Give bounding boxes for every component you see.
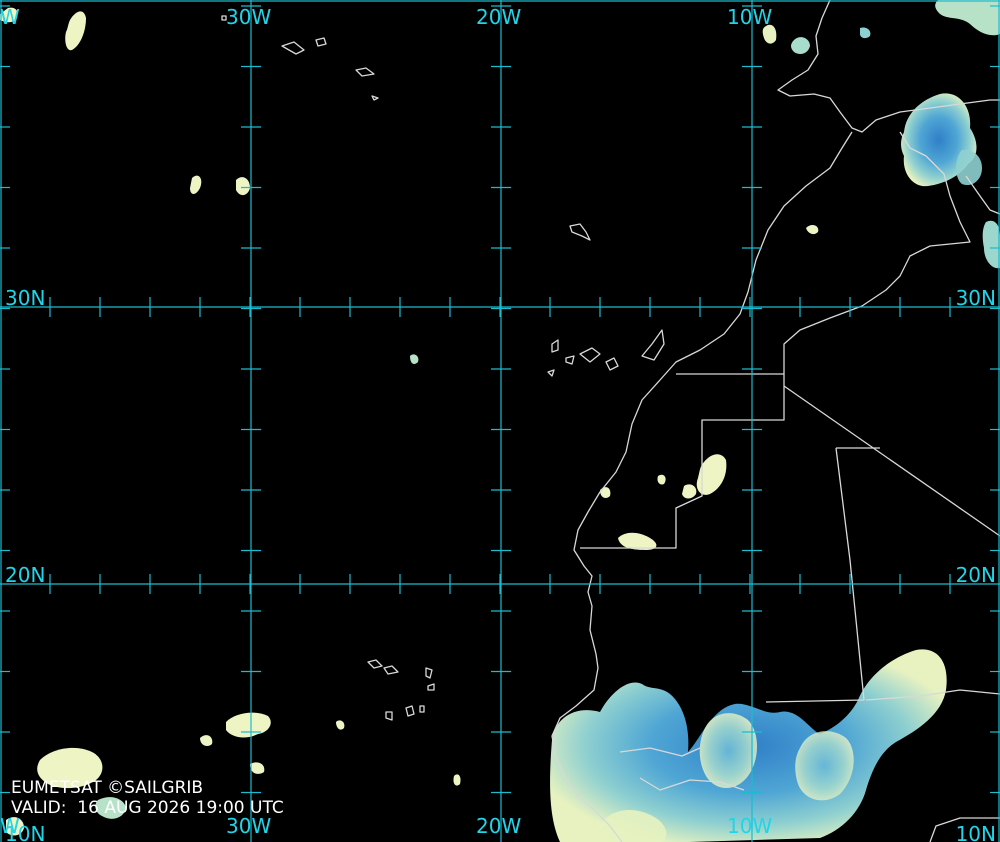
island-capeverde-5 (385, 711, 393, 721)
island-canary-4 (605, 357, 619, 371)
cloud-atlantic-madeira (410, 354, 419, 364)
cloud-morocco-small (806, 225, 819, 235)
cloud-atlantic-capeverde-1 (226, 712, 271, 738)
source-credit: EUMETSAT ©SAILGRIB (11, 778, 204, 798)
cloud-east-edge (982, 220, 1000, 269)
cloud-northeast-corner (935, 0, 1000, 36)
island-canary-6 (547, 369, 555, 377)
lon-label-top-30w: 30W (226, 5, 272, 29)
valid-time: VALID: 16 AUG 2026 19:00 UTC (11, 798, 284, 818)
lon-label-bottom-30w: 30W (226, 814, 272, 838)
island-azores-5 (371, 95, 379, 101)
graticule-ticks (0, 5, 1000, 794)
cloud-atlantic-azores-2 (236, 177, 250, 196)
cloud-sahara-1 (696, 454, 727, 495)
island-capeverde-6 (405, 705, 415, 717)
cloud-sahara-2 (682, 484, 697, 499)
lon-label-bottom-20w: 20W (476, 814, 522, 838)
lat-label-right-20n: 20N (955, 563, 996, 587)
lat-label-left-20n: 20N (5, 563, 46, 587)
lon-label-bottom-10w: 10W (727, 814, 773, 838)
satellite-map: W 30W 20W 10W W 30W 20W 10W 30N 20N 10N … (0, 0, 1000, 842)
island-canary-2 (565, 355, 575, 365)
island-capeverde-3 (425, 667, 433, 679)
cloud-atlantic-mid-2 (453, 774, 461, 786)
lon-label-top-40w: W (0, 5, 20, 29)
island-azores-2 (315, 37, 327, 47)
lon-label-top-10w: 10W (727, 5, 773, 29)
cloud-atlantic-capeverde-2 (200, 735, 213, 746)
island-madeira (569, 223, 591, 241)
island-canary-1 (551, 339, 559, 353)
lat-label-right-10n: 10N (955, 822, 996, 842)
border-algeria-mauritania (783, 385, 1000, 537)
lat-label-left-10n: 10N (5, 822, 46, 842)
island-canary-5 (641, 329, 665, 361)
island-capeverde-7 (419, 705, 425, 713)
island-canary-3 (579, 347, 601, 363)
cloud-atlantic-azores-1 (190, 175, 202, 194)
lat-label-right-30n: 30N (955, 286, 996, 310)
island-azores-1 (281, 41, 305, 55)
island-capeverde-1 (367, 659, 383, 669)
lat-label-left-30n: 30N (5, 286, 46, 310)
border-western-sahara-north (580, 373, 785, 549)
cloud-spain (791, 37, 810, 54)
cloud-atlantic-topleft (65, 11, 86, 51)
satellite-map-canvas (0, 0, 1000, 842)
island-azores-3 (355, 67, 375, 77)
lon-label-top-20w: 20W (476, 5, 522, 29)
cloud-ne-small (860, 27, 871, 39)
cloud-atlantic-capeverde-3 (250, 762, 265, 774)
cloud-sahara-5 (657, 474, 666, 485)
island-capeverde-4 (427, 683, 435, 691)
border-mauritania-mali (765, 447, 880, 703)
cloud-sahara-4 (600, 487, 611, 498)
island-capeverde-2 (383, 665, 399, 675)
cloud-atlantic-mid-1 (336, 720, 345, 730)
